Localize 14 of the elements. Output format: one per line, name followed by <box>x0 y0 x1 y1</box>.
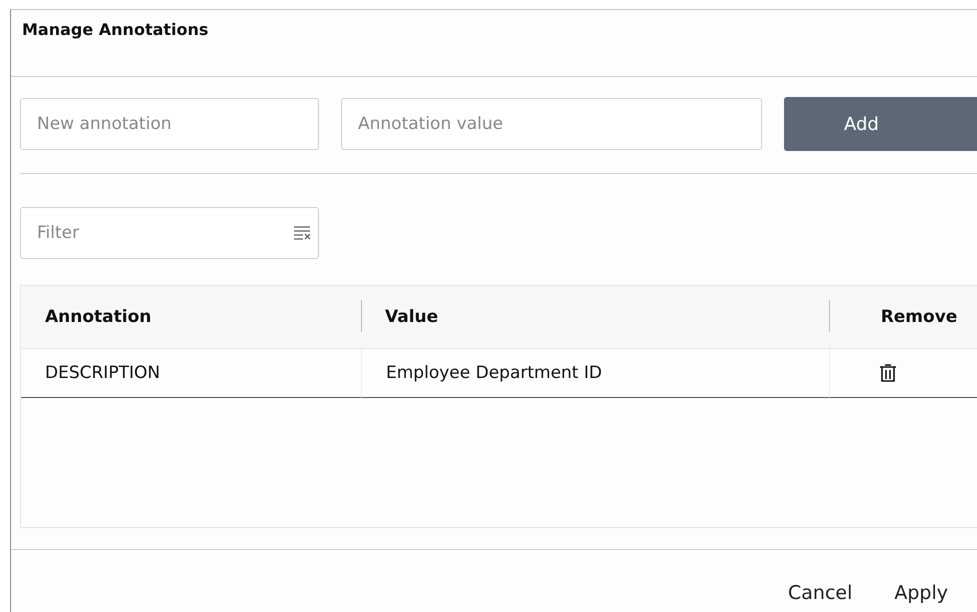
filter-field[interactable]: Filter <box>20 207 319 259</box>
column-header: Remove <box>829 286 977 349</box>
new-annotation-field[interactable]: New annotation <box>20 98 319 150</box>
column-header: Annotation <box>21 286 361 349</box>
column-header: Value <box>361 286 829 349</box>
clear-filter-icon[interactable] <box>293 225 311 241</box>
dialog-title: Manage Annotations <box>22 20 208 39</box>
annotation-value-field[interactable]: Annotation value <box>341 98 762 150</box>
cancel-button[interactable]: Cancel <box>788 582 852 604</box>
table-cell: Employee Department ID <box>361 349 829 398</box>
delete-icon[interactable] <box>878 363 896 383</box>
apply-button[interactable]: Apply <box>894 582 948 604</box>
add-button[interactable]: Add <box>784 97 977 151</box>
table-cell: DESCRIPTION <box>21 349 361 398</box>
